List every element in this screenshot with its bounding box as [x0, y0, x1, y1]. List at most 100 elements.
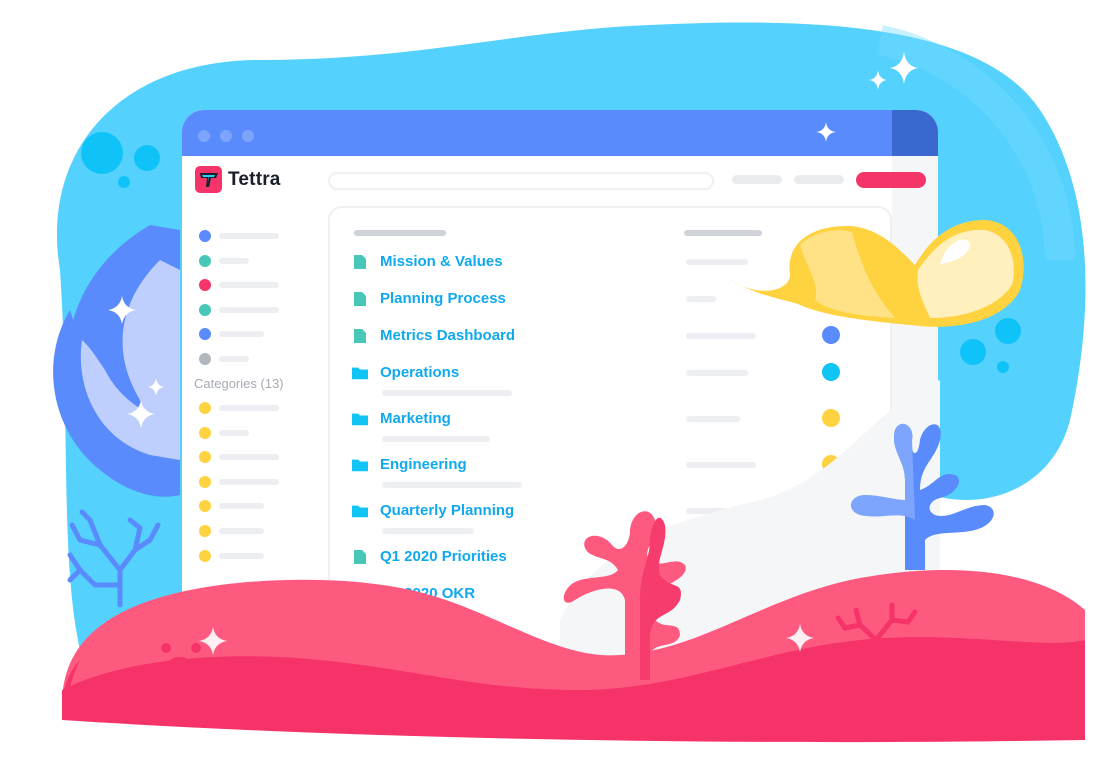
document-row[interactable]: Mission & Values	[352, 253, 503, 270]
category-item-dot	[199, 549, 211, 562]
folder-row[interactable]: Engineering	[352, 456, 467, 473]
category-item-label	[219, 429, 249, 436]
document-icon	[352, 549, 368, 565]
row-description	[382, 482, 522, 488]
sidebar-item-dot	[199, 279, 211, 292]
sidebar-item-dot	[199, 254, 211, 267]
row-meta	[686, 591, 736, 597]
row-title[interactable]: Mission & Values	[380, 253, 503, 270]
document-icon	[352, 291, 368, 307]
sidebar-item[interactable]	[199, 230, 279, 242]
category-item[interactable]	[199, 500, 264, 513]
column-header-meta	[684, 230, 762, 236]
column-header-title	[354, 230, 446, 236]
document-icon	[352, 328, 368, 344]
row-status-dot	[822, 501, 840, 519]
app-logo[interactable]: Tettra	[195, 166, 281, 193]
category-item[interactable]	[199, 451, 279, 464]
bubble-icon	[960, 339, 986, 365]
nav-link-1[interactable]	[732, 175, 782, 184]
title-bar	[182, 110, 938, 156]
sidebar-item-label	[219, 282, 279, 289]
category-item[interactable]	[199, 525, 264, 537]
row-title[interactable]: Quarterly Planning	[380, 502, 514, 519]
category-item-label	[219, 552, 264, 559]
row-title[interactable]: Metrics Dashboard	[380, 327, 515, 344]
category-item[interactable]	[199, 426, 249, 439]
category-item-dot	[199, 426, 211, 439]
sparkle-icon	[816, 122, 836, 142]
row-meta	[686, 554, 756, 560]
app-name: Tettra	[228, 168, 281, 190]
row-title[interactable]: Marketing	[380, 410, 451, 427]
minimize-dot[interactable]	[220, 130, 232, 142]
category-item-dot	[199, 525, 211, 537]
row-meta	[686, 370, 748, 376]
sidebar-item-dot	[199, 230, 211, 242]
sidebar-item-dot	[199, 303, 211, 316]
row-meta	[686, 259, 748, 265]
bubble-icon	[118, 176, 130, 188]
document-row[interactable]: Metrics Dashboard	[352, 327, 515, 344]
row-title[interactable]: Engineering	[380, 456, 467, 473]
document-row[interactable]: Q1 2020 OKR	[352, 585, 475, 602]
folder-row[interactable]: Quarterly Planning	[352, 502, 514, 519]
category-item-label	[219, 528, 264, 534]
row-status-dot	[822, 409, 840, 427]
row-description	[382, 436, 490, 442]
row-title[interactable]: Q1 2020 Priorities	[380, 548, 507, 565]
bubble-icon	[995, 318, 1021, 344]
category-item[interactable]	[199, 475, 279, 488]
category-item-dot	[199, 402, 211, 414]
folder-row[interactable]: Marketing	[352, 410, 451, 427]
row-title[interactable]: Planning Process	[380, 290, 506, 307]
row-description	[382, 390, 512, 396]
row-title[interactable]: Q1 2020 OKR	[380, 585, 475, 602]
search-input[interactable]	[328, 172, 714, 190]
tettra-logo-icon	[195, 166, 222, 193]
sidebar-item[interactable]	[199, 279, 279, 292]
maximize-dot[interactable]	[242, 130, 254, 142]
category-item-label	[219, 478, 279, 485]
row-title[interactable]: Operations	[380, 364, 459, 381]
categories-label: Categories (13)	[194, 376, 284, 391]
sidebar-item[interactable]	[199, 254, 249, 267]
row-meta	[686, 333, 756, 339]
sidebar-item[interactable]	[199, 353, 249, 365]
category-item[interactable]	[199, 549, 264, 562]
sidebar-item[interactable]	[199, 303, 279, 316]
row-meta	[686, 416, 740, 422]
category-item-label	[219, 454, 279, 461]
sidebar-item-label	[219, 306, 279, 313]
folder-icon	[352, 411, 368, 427]
category-item-dot	[199, 500, 211, 513]
sidebar-item[interactable]	[199, 328, 264, 341]
row-meta	[686, 462, 756, 468]
nav-link-2[interactable]	[794, 175, 844, 184]
category-item[interactable]	[199, 402, 279, 414]
title-bar-shade	[892, 110, 938, 156]
close-dot[interactable]	[198, 130, 210, 142]
row-meta	[686, 508, 748, 514]
document-icon	[352, 586, 368, 602]
primary-action-button[interactable]	[856, 172, 926, 188]
sidebar-item-label	[219, 356, 249, 362]
folder-icon	[352, 365, 368, 381]
folder-row[interactable]: Operations	[352, 364, 459, 381]
row-status-dot	[822, 547, 840, 565]
sidebar-item-dot	[199, 353, 211, 365]
document-row[interactable]: Q1 2020 Priorities	[352, 548, 507, 565]
app-window: Tettra Categories (13) Mission & Values P…	[182, 110, 938, 670]
bubble-icon	[134, 145, 160, 171]
document-row[interactable]: Planning Process	[352, 290, 506, 307]
bubble-icon	[81, 132, 123, 174]
document-icon	[352, 254, 368, 270]
row-description	[382, 528, 474, 534]
category-item-dot	[199, 475, 211, 488]
top-navigation: Tettra	[182, 156, 938, 206]
sidebar-item-label	[219, 257, 249, 264]
category-item-label	[219, 503, 264, 510]
category-item-label	[219, 405, 279, 411]
row-status-dot	[822, 363, 840, 381]
sidebar-item-label	[219, 331, 264, 338]
